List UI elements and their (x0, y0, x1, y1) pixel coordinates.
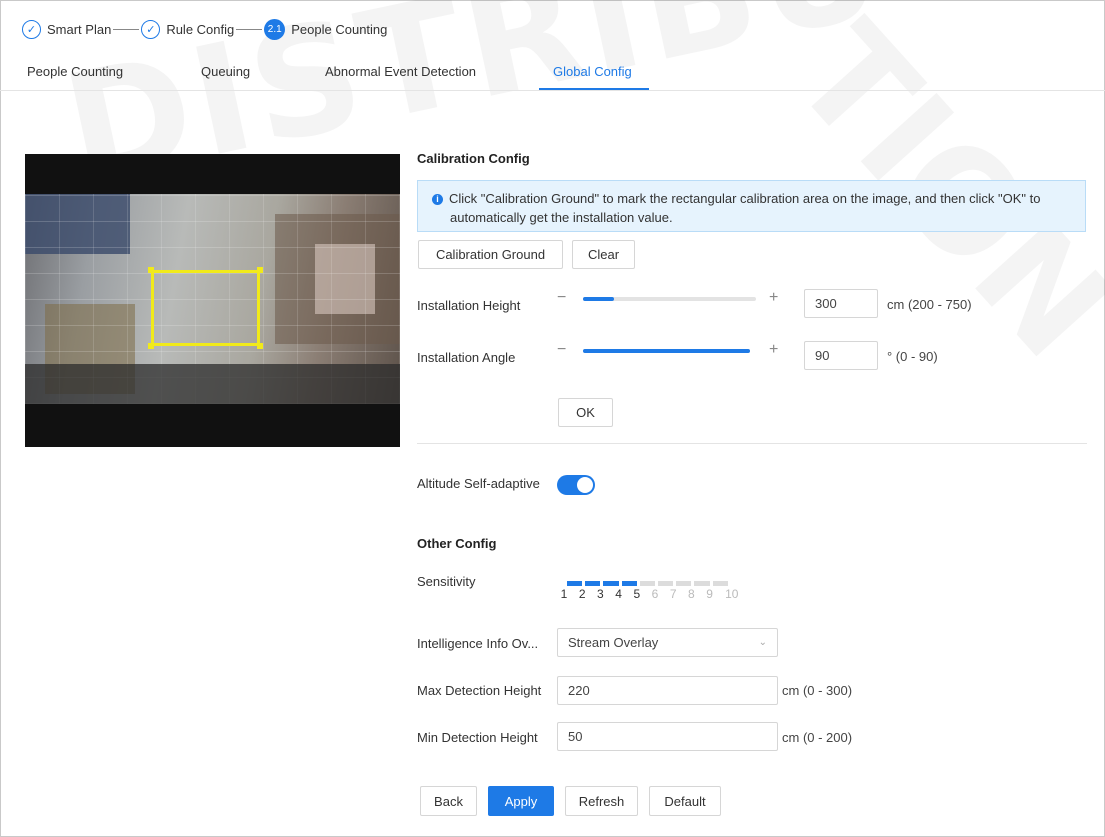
step-rule-config[interactable]: ✓ Rule Config (141, 19, 235, 39)
calibration-handle[interactable] (257, 267, 263, 273)
step-smart-plan[interactable]: ✓ Smart Plan (22, 19, 112, 39)
sensitivity-segment[interactable] (676, 581, 692, 586)
refresh-button[interactable]: Refresh (565, 786, 638, 816)
installation-angle-slider[interactable] (583, 349, 750, 353)
sensitivity-tick-label[interactable]: 1 (556, 587, 572, 601)
sensitivity-segment[interactable] (603, 581, 619, 586)
min-detection-height-input[interactable]: 50 (557, 722, 778, 751)
calibration-info-box: i Click "Calibration Ground" to mark the … (417, 180, 1086, 232)
sensitivity-label: Sensitivity (417, 574, 476, 589)
video-preview[interactable] (25, 154, 400, 447)
info-icon: i (432, 194, 443, 205)
info-text-line2: automatically get the installation value… (450, 210, 673, 225)
installation-angle-range: ° (0 - 90) (887, 349, 938, 364)
sensitivity-tick-label[interactable]: 4 (611, 587, 627, 601)
sensitivity-segment[interactable] (694, 581, 710, 586)
slider-fill (583, 297, 615, 301)
installation-height-slider[interactable] (583, 297, 756, 301)
tab-abnormal-event-detection[interactable]: Abnormal Event Detection (325, 64, 476, 79)
tab-global-config[interactable]: Global Config (553, 64, 632, 79)
increase-height-button[interactable]: + (769, 289, 778, 307)
installation-angle-input[interactable]: 90 (804, 341, 878, 370)
step-label: Smart Plan (47, 21, 112, 37)
calibration-handle[interactable] (148, 267, 154, 273)
step-connector (113, 28, 140, 30)
step-progress: ✓ Smart Plan ✓ Rule Config 2.1 People Co… (22, 17, 387, 41)
altitude-self-adaptive-label: Altitude Self-adaptive (417, 476, 540, 491)
scene-region (25, 364, 400, 404)
tab-queuing[interactable]: Queuing (201, 64, 250, 79)
max-detection-height-label: Max Detection Height (417, 683, 542, 698)
other-config-title: Other Config (417, 536, 497, 551)
installation-height-range: cm (200 - 750) (887, 297, 972, 312)
sensitivity-segment[interactable] (621, 581, 637, 586)
intelligence-info-overlay-label: Intelligence Info Ov... (417, 636, 539, 651)
step-connector (236, 28, 263, 30)
section-divider (417, 443, 1087, 444)
check-circle-icon: ✓ (22, 19, 41, 39)
calibration-handle[interactable] (148, 343, 154, 349)
decrease-angle-button[interactable]: − (557, 341, 566, 359)
calibration-ground-button[interactable]: Calibration Ground (418, 240, 563, 269)
sensitivity-segment[interactable] (585, 581, 601, 586)
info-text: Click "Calibration Ground" to mark the r… (449, 191, 1041, 206)
intelligence-info-overlay-select[interactable]: Stream Overlay ⌄ (557, 628, 778, 657)
sensitivity-segment[interactable] (567, 581, 583, 586)
active-tab-indicator (539, 88, 649, 90)
back-button[interactable]: Back (420, 786, 477, 816)
sensitivity-tick-label[interactable]: 2 (574, 587, 590, 601)
sensitivity-tick-label[interactable]: 5 (629, 587, 645, 601)
sensitivity-tick-label[interactable]: 7 (665, 587, 681, 601)
sensitivity-tick-label[interactable]: 6 (647, 587, 663, 601)
installation-height-label: Installation Height (417, 298, 521, 313)
calibration-handle[interactable] (257, 343, 263, 349)
increase-angle-button[interactable]: + (769, 341, 778, 359)
step-number-badge: 2.1 (264, 18, 286, 40)
toggle-knob (577, 477, 593, 493)
sensitivity-segment[interactable] (639, 581, 655, 586)
clear-button[interactable]: Clear (572, 240, 635, 269)
max-detection-height-input[interactable]: 220 (557, 676, 778, 705)
installation-angle-label: Installation Angle (417, 350, 516, 365)
step-people-counting: 2.1 People Counting (264, 18, 388, 40)
tab-people-counting[interactable]: People Counting (27, 64, 123, 79)
ok-button[interactable]: OK (558, 398, 613, 427)
slider-fill (583, 349, 750, 353)
tab-bar: People Counting Queuing Abnormal Event D… (0, 57, 1105, 91)
sensitivity-tick-label[interactable]: 10 (724, 587, 740, 601)
sensitivity-segment[interactable] (712, 581, 728, 586)
max-detection-height-range: cm (0 - 300) (782, 683, 853, 698)
decrease-height-button[interactable]: − (557, 289, 566, 307)
installation-height-input[interactable]: 300 (804, 289, 878, 318)
sensitivity-segment[interactable] (658, 581, 674, 586)
check-circle-icon: ✓ (141, 19, 161, 39)
step-label: People Counting (291, 21, 388, 37)
min-detection-height-range: cm (0 - 200) (782, 730, 853, 745)
sensitivity-tick-label[interactable]: 3 (592, 587, 608, 601)
chevron-down-icon: ⌄ (758, 637, 767, 648)
select-value: Stream Overlay (568, 635, 659, 650)
apply-button[interactable]: Apply (488, 786, 554, 816)
default-button[interactable]: Default (649, 786, 721, 816)
step-label: Rule Config (166, 21, 235, 37)
calibration-config-title: Calibration Config (417, 151, 530, 166)
min-detection-height-label: Min Detection Height (417, 730, 538, 745)
sensitivity-tick-label[interactable]: 8 (683, 587, 699, 601)
calibration-rectangle[interactable] (151, 270, 260, 346)
sensitivity-tick-label[interactable]: 9 (702, 587, 718, 601)
altitude-self-adaptive-toggle[interactable] (557, 475, 595, 495)
